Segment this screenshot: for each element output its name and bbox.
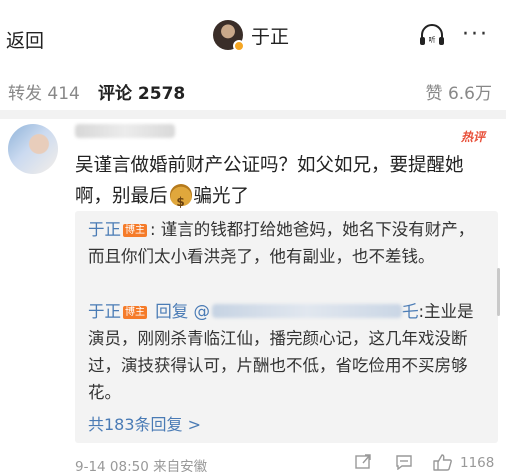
comment-icon[interactable] (395, 454, 413, 470)
like-icon[interactable] (433, 454, 452, 471)
tab-like[interactable]: 赞 6.6万 (426, 79, 492, 104)
headset-icon[interactable]: 听 (418, 24, 446, 48)
svg-text:听: 听 (429, 35, 436, 44)
tab-comment[interactable]: 评论 2578 (98, 79, 185, 104)
forward-icon[interactable] (355, 454, 372, 469)
reply-item: 于正 博主: 谨言的钱都打给她爸妈，她名下没有财产，而且你们太小看洪尧了，他有副业… (88, 216, 488, 270)
top-navigation-bar: 返回 于正 听 ··· (0, 0, 506, 70)
tab-repost[interactable]: 转发 414 (8, 79, 80, 104)
reply-author[interactable]: 于正 (88, 302, 121, 321)
more-replies-link[interactable]: 共183条回复 > (88, 411, 201, 435)
scrollbar[interactable] (497, 268, 500, 316)
mention-tail[interactable]: 乇 (402, 302, 419, 321)
replies-panel: 于正 博主: 谨言的钱都打给她爸妈，她名下没有财产，而且你们太小看洪尧了，他有副业… (75, 211, 498, 443)
back-button[interactable]: 返回 (6, 26, 44, 53)
like-count: 1168 (460, 455, 495, 471)
divider (0, 110, 506, 119)
avatar[interactable] (213, 20, 245, 52)
mention-blurred[interactable] (212, 304, 402, 318)
reply-item: 于正 博主 回复 @ 乇:主业是演员，刚刚杀青临江仙，播完颜心记，这几年戏没断过，演… (88, 298, 488, 406)
money-bag-icon (169, 184, 192, 218)
blogger-badge: 博主 (123, 306, 147, 319)
user-title[interactable]: 于正 (213, 20, 290, 52)
reply-author[interactable]: 于正 (88, 220, 121, 239)
hot-comment-badge: 热评 (461, 130, 486, 144)
comment-text-part2: 骗光了 (193, 186, 250, 207)
commenter-name-blurred[interactable] (75, 124, 175, 138)
blogger-badge: 博主 (123, 224, 147, 237)
comment-meta: 9-14 08:50 来自安徽 (75, 459, 208, 472)
more-icon[interactable]: ··· (462, 22, 489, 47)
comment-text: 吴谨言做婚前财产公证吗？如父如兄，要提醒她啊，别最后骗光了 (75, 150, 495, 218)
tab-bar: 转发 414 评论 2578 赞 6.6万 (0, 70, 506, 110)
page-title: 于正 (251, 25, 290, 48)
comment-text-part1: 吴谨言做婚前财产公证吗？如父如兄，要提醒她啊，别最后 (75, 155, 464, 207)
verified-badge-icon (233, 40, 245, 52)
reply-to-prefix: 回复 @ (150, 302, 210, 321)
commenter-avatar[interactable] (8, 124, 58, 174)
